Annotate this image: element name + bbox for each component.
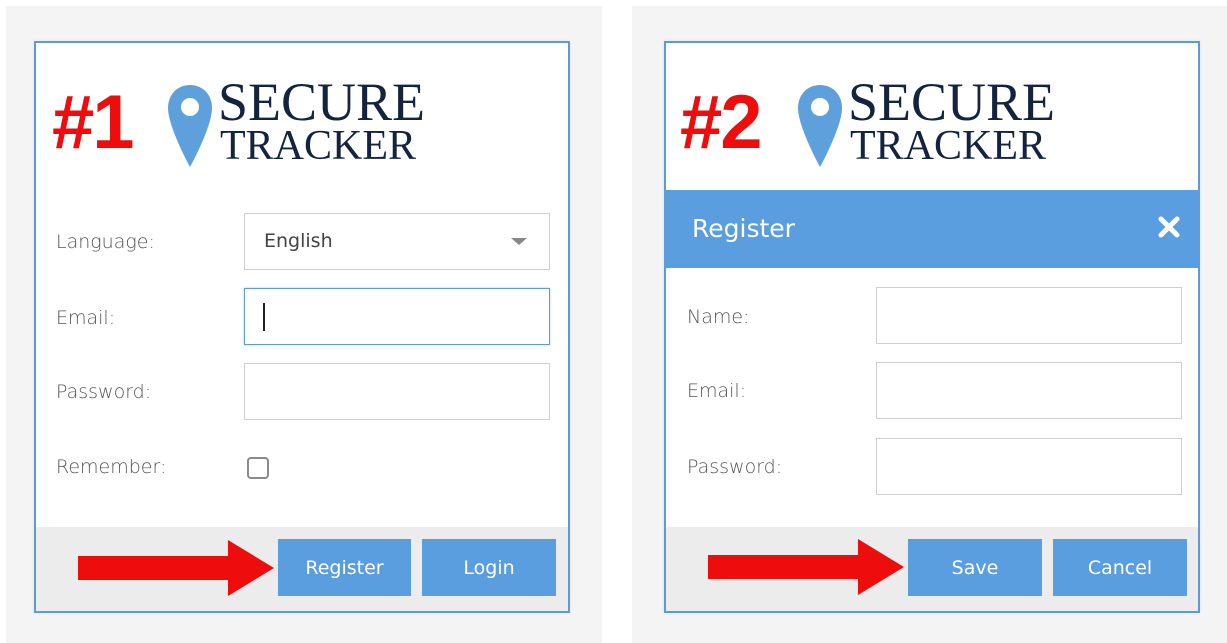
brand-wordmark: SECURE TRACKER (218, 72, 426, 169)
email-label: Email: (687, 380, 747, 402)
language-value: English (264, 230, 333, 252)
password-label: Password: (687, 456, 783, 478)
name-field[interactable] (876, 287, 1182, 344)
brand-top-text: SECURE (218, 72, 426, 132)
login-button[interactable]: Login (422, 539, 556, 596)
register-button[interactable]: Register (278, 539, 411, 596)
save-button[interactable]: Save (908, 539, 1042, 596)
login-card: #1 SECURE TRACKER Language: English Emai… (34, 41, 570, 613)
form-footer: Register Login (36, 527, 568, 611)
password-field[interactable] (876, 438, 1182, 495)
map-pin-icon (168, 85, 212, 167)
brand-bottom-text: TRACKER (850, 123, 1047, 169)
arrow-right-icon (708, 539, 904, 595)
logo-header: #2 SECURE TRACKER (666, 43, 1198, 188)
language-select[interactable]: English (244, 213, 550, 270)
email-label: Email: (56, 307, 116, 329)
password-field[interactable] (244, 363, 550, 420)
arrow-right-icon (78, 540, 274, 596)
close-icon[interactable] (1156, 214, 1182, 240)
language-label: Language: (56, 231, 155, 253)
brand-top-text: SECURE (848, 72, 1056, 132)
dialog-footer: Save Cancel (666, 527, 1198, 611)
dialog-header: Register (664, 190, 1200, 268)
remember-checkbox[interactable] (247, 457, 269, 479)
step-number-label: #2 (680, 80, 763, 165)
logo-header: #1 SECURE TRACKER (36, 43, 568, 188)
chevron-down-icon (511, 238, 527, 245)
email-field[interactable] (876, 362, 1182, 419)
dialog-title: Register (692, 214, 795, 243)
email-field[interactable] (244, 288, 550, 345)
text-cursor (263, 303, 265, 331)
step-number-label: #1 (52, 80, 135, 165)
password-label: Password: (56, 381, 152, 403)
map-pin-icon (798, 85, 842, 167)
register-card: #2 SECURE TRACKER Register Name: Email: … (664, 41, 1200, 613)
brand-bottom-text: TRACKER (220, 123, 417, 169)
cancel-button[interactable]: Cancel (1053, 539, 1187, 596)
name-label: Name: (687, 306, 750, 328)
brand-wordmark: SECURE TRACKER (848, 72, 1056, 169)
remember-label: Remember: (56, 456, 167, 478)
